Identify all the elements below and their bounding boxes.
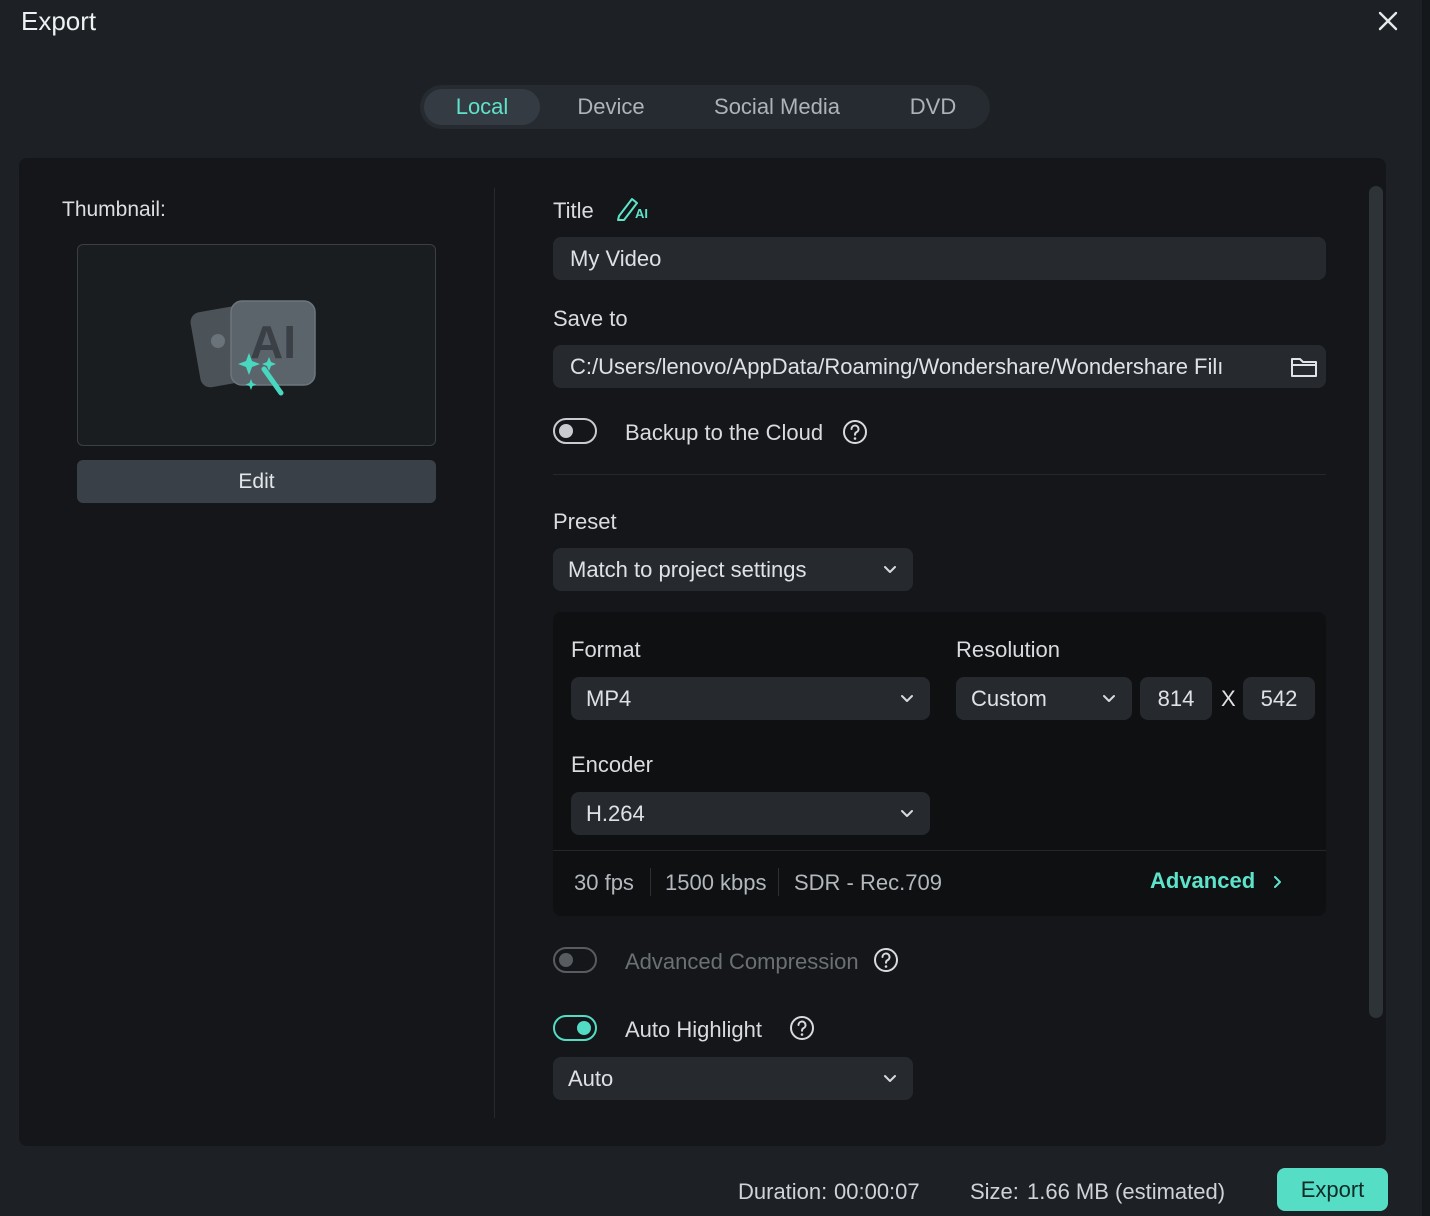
thumbnail-edit-button[interactable]: Edit — [77, 460, 436, 503]
tab-dvd[interactable]: DVD — [880, 89, 986, 125]
help-icon[interactable] — [789, 1015, 815, 1041]
preset-dropdown[interactable]: Match to project settings — [553, 548, 913, 591]
ai-badge-text: AI — [250, 316, 296, 368]
resolution-height-input[interactable]: 542 — [1243, 677, 1315, 720]
resolution-mode-value: Custom — [971, 685, 1047, 711]
ai-write-icon[interactable]: AI — [615, 194, 655, 222]
specs-divider — [553, 850, 1326, 851]
advanced-compression-toggle[interactable] — [553, 947, 597, 973]
save-to-path-field[interactable]: C:/Users/lenovo/AppData/Roaming/Wondersh… — [553, 345, 1326, 388]
section-divider — [553, 474, 1326, 475]
format-value: MP4 — [586, 685, 632, 711]
toggle-knob — [577, 1021, 591, 1035]
folder-icon[interactable] — [1290, 355, 1318, 379]
duration-value: 00:00:07 — [834, 1179, 920, 1204]
format-dropdown[interactable]: MP4 — [571, 677, 930, 720]
encoding-settings-panel: Format MP4 Resolution Custom 814 X 542 E… — [553, 612, 1326, 916]
auto-highlight-value: Auto — [568, 1065, 614, 1091]
fps-value: 30 fps — [574, 870, 634, 895]
resolution-separator: X — [1221, 686, 1236, 711]
size-label: Size: — [970, 1179, 1019, 1204]
spec-separator — [650, 868, 651, 896]
chevron-down-icon — [884, 565, 896, 573]
vertical-scrollbar[interactable] — [1369, 186, 1383, 1018]
encoder-label: Encoder — [571, 752, 653, 777]
resolution-dropdown[interactable]: Custom — [956, 677, 1132, 720]
bitrate-value: 1500 kbps — [665, 870, 767, 895]
thumbnail-preview[interactable]: AI — [77, 244, 436, 446]
column-divider — [494, 188, 495, 1118]
chevron-right-icon[interactable] — [1273, 875, 1283, 889]
resolution-width-input[interactable]: 814 — [1140, 677, 1212, 720]
export-tabs: Local Device Social Media DVD — [420, 85, 990, 129]
preset-label: Preset — [553, 509, 617, 534]
format-label: Format — [571, 637, 641, 662]
chevron-down-icon — [884, 1074, 896, 1082]
ai-image-icon: AI — [190, 300, 316, 396]
close-icon[interactable] — [1373, 6, 1403, 36]
spec-separator — [778, 868, 779, 896]
title-input-value: My Video — [570, 245, 662, 271]
advanced-settings-link[interactable]: Advanced — [1150, 868, 1255, 894]
window-title: Export — [21, 6, 97, 36]
resolution-label: Resolution — [956, 637, 1060, 662]
export-button[interactable]: Export — [1277, 1168, 1388, 1211]
chevron-down-icon — [901, 809, 913, 817]
thumbnail-label: Thumbnail: — [62, 198, 166, 221]
save-to-path-value: C:/Users/lenovo/AppData/Roaming/Wondersh… — [570, 353, 1224, 379]
title-input[interactable]: My Video — [553, 237, 1326, 280]
ai-write-icon-text: AI — [635, 206, 648, 221]
advanced-compression-label: Advanced Compression — [625, 949, 859, 974]
toggle-knob — [559, 424, 573, 438]
color-space-value: SDR - Rec.709 — [794, 870, 942, 895]
help-icon[interactable] — [873, 947, 899, 973]
chevron-down-icon — [901, 694, 913, 702]
tab-device[interactable]: Device — [548, 89, 674, 125]
tab-social-media[interactable]: Social Media — [696, 89, 858, 125]
title-label: Title — [553, 198, 594, 223]
backup-cloud-toggle[interactable] — [553, 418, 597, 444]
window-right-edge — [1422, 0, 1430, 1216]
auto-highlight-dropdown[interactable]: Auto — [553, 1057, 913, 1100]
help-icon[interactable] — [842, 419, 868, 445]
auto-highlight-toggle[interactable] — [553, 1015, 597, 1041]
preset-value: Match to project settings — [568, 556, 807, 582]
auto-highlight-label: Auto Highlight — [625, 1017, 762, 1042]
duration-label: Duration: — [738, 1179, 828, 1204]
backup-cloud-label: Backup to the Cloud — [625, 420, 824, 445]
export-main-panel: Thumbnail: AI Edit Title AI My Video Sav… — [19, 158, 1386, 1146]
toggle-knob — [559, 953, 573, 967]
size-value: 1.66 MB (estimated) — [1027, 1179, 1226, 1204]
encoder-value: H.264 — [586, 800, 645, 826]
chevron-down-icon — [1103, 694, 1115, 702]
save-to-label: Save to — [553, 306, 628, 331]
tab-local[interactable]: Local — [424, 89, 540, 125]
encoder-dropdown[interactable]: H.264 — [571, 792, 930, 835]
